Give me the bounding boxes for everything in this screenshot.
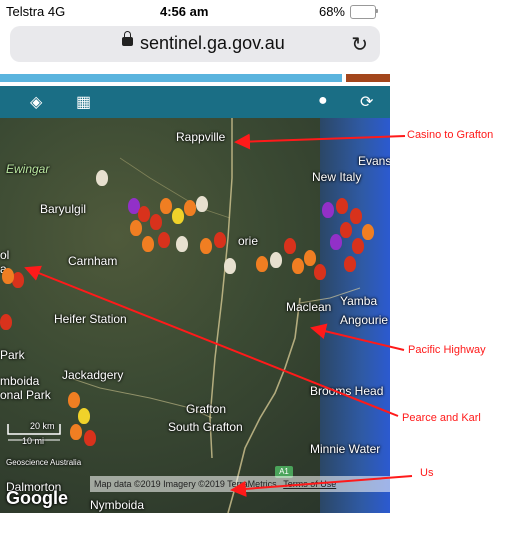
annotation-pacific-highway: Pacific Highway	[408, 344, 486, 356]
annotation-pearce-and-karl: Pearce and Karl	[402, 412, 481, 424]
annotation-casino-to-grafton: Casino to Grafton	[407, 129, 494, 141]
annotation-layer	[24, 133, 413, 497]
annotation-us: Us	[420, 467, 434, 479]
arrow-pacific-highway	[310, 323, 405, 351]
arrow-casino-to-grafton	[234, 133, 406, 150]
arrow-us	[230, 475, 413, 497]
arrow-pearce-and-karl	[24, 265, 399, 417]
